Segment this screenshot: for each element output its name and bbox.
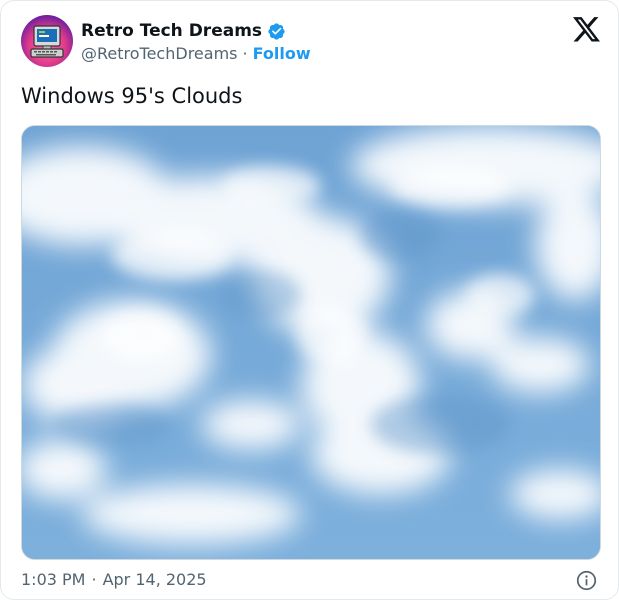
tweet-timestamp[interactable]: 1:03 PM · Apr 14, 2025 <box>21 570 207 589</box>
timestamp-separator: · <box>91 570 97 589</box>
tweet-time: 1:03 PM <box>21 570 86 589</box>
tweet-image[interactable] <box>21 125 601 560</box>
author-handle[interactable]: @RetroTechDreams <box>81 44 237 63</box>
display-name[interactable]: Retro Tech Dreams <box>81 21 262 41</box>
info-icon[interactable] <box>576 570 597 591</box>
author-handle-row: @RetroTechDreams · Follow <box>81 43 311 63</box>
tweet-card: Retro Tech Dreams @RetroTechDreams · Fol… <box>0 0 619 600</box>
sky-clouds-image <box>22 126 600 559</box>
tweet-date: Apr 14, 2025 <box>102 570 207 589</box>
follow-button[interactable]: Follow <box>253 44 311 63</box>
tweet-text: Windows 95's Clouds <box>21 84 243 108</box>
retro-computer-icon <box>30 25 64 58</box>
avatar[interactable] <box>21 15 73 67</box>
author-name-row: Retro Tech Dreams <box>81 20 286 42</box>
x-logo-icon[interactable] <box>573 17 600 42</box>
verified-badge-icon <box>268 22 285 40</box>
handle-separator: · <box>242 43 248 63</box>
